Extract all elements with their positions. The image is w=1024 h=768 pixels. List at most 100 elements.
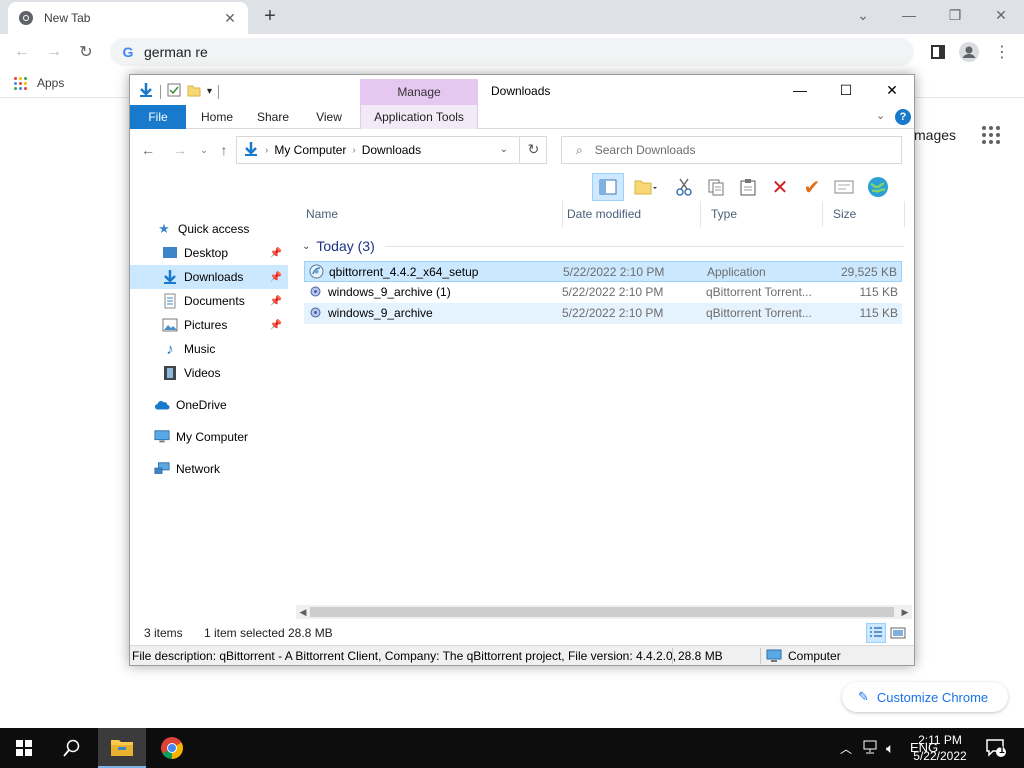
- refresh-button[interactable]: ↻: [519, 136, 547, 164]
- windows-start-icon[interactable]: [0, 728, 48, 768]
- up-button[interactable]: ↑: [214, 140, 234, 160]
- column-header-size[interactable]: Size: [823, 201, 905, 227]
- status-bar: 3 items 1 item selected 28.8 MB: [130, 621, 914, 645]
- profile-avatar-icon[interactable]: [957, 40, 981, 64]
- chrome-taskbar-icon[interactable]: [148, 728, 196, 768]
- tab-view[interactable]: View: [306, 105, 352, 129]
- address-bar[interactable]: › My Computer › Downloads ⌄: [236, 136, 547, 164]
- help-icon[interactable]: ?: [895, 109, 911, 125]
- file-explorer-taskbar-icon[interactable]: [98, 728, 146, 768]
- network-tray-icon[interactable]: [862, 740, 878, 757]
- manage-contextual-tab[interactable]: Manage: [360, 79, 478, 105]
- chrome-menu-icon[interactable]: ⋮: [990, 40, 1014, 64]
- volume-icon[interactable]: 🔈︎: [886, 740, 894, 757]
- google-apps-icon[interactable]: [982, 126, 1000, 144]
- nav-documents[interactable]: Documents 📌: [130, 289, 288, 313]
- preview-pane-icon[interactable]: [592, 173, 624, 201]
- scrollbar-thumb[interactable]: [310, 607, 894, 617]
- back-arrow-icon[interactable]: ←: [10, 40, 34, 64]
- new-folder-menu-icon[interactable]: [624, 173, 668, 201]
- properties-toolbar-icon[interactable]: [828, 173, 860, 201]
- nav-label: OneDrive: [176, 398, 227, 412]
- scroll-left-icon[interactable]: ◀: [296, 605, 310, 619]
- nav-videos[interactable]: Videos: [130, 361, 288, 385]
- customize-qat-icon[interactable]: ▾: [207, 86, 212, 97]
- nav-music[interactable]: ♪ Music: [130, 337, 288, 361]
- tab-file[interactable]: File: [130, 105, 186, 129]
- forward-button[interactable]: →: [170, 140, 190, 160]
- tab-share[interactable]: Share: [248, 105, 298, 129]
- restore-button[interactable]: ❐: [932, 0, 978, 30]
- group-header-today[interactable]: ⌄ Today (3): [296, 235, 904, 257]
- minimize-button[interactable]: —: [886, 0, 932, 30]
- internet-globe-icon[interactable]: [860, 173, 896, 201]
- nav-downloads[interactable]: Downloads 📌: [130, 265, 288, 289]
- breadcrumb-downloads[interactable]: Downloads: [362, 143, 421, 157]
- breadcrumb-my-computer[interactable]: My Computer: [274, 143, 346, 157]
- breadcrumb-chevron-icon[interactable]: ›: [265, 145, 268, 156]
- properties-icon[interactable]: [167, 83, 181, 100]
- column-header-date-modified[interactable]: Date modified: [557, 201, 701, 227]
- details-size: 28.8 MB: [678, 649, 723, 663]
- omnibox[interactable]: G german re: [110, 38, 914, 66]
- horizontal-scrollbar[interactable]: ◀ ▶: [296, 605, 912, 619]
- details-view-icon[interactable]: [866, 623, 886, 643]
- system-clock[interactable]: 2:11 PM 5/22/2022: [908, 732, 972, 764]
- nav-desktop[interactable]: Desktop 📌: [130, 241, 288, 265]
- computer-icon: [154, 429, 170, 445]
- column-header-type[interactable]: Type: [701, 201, 823, 227]
- scroll-right-icon[interactable]: ▶: [898, 605, 912, 619]
- downloads-location-icon: [243, 141, 259, 160]
- google-icon: G: [122, 44, 134, 60]
- bookmarks-apps-button[interactable]: Apps: [14, 76, 64, 90]
- omnibox-input[interactable]: german re: [144, 44, 208, 60]
- expand-ribbon-icon[interactable]: ⌄: [876, 109, 885, 122]
- collapse-group-icon[interactable]: ⌄: [302, 241, 310, 252]
- nav-network[interactable]: Network: [130, 457, 288, 481]
- film-icon: [162, 365, 178, 381]
- search-input[interactable]: Search Downloads: [595, 143, 696, 157]
- cut-icon[interactable]: [668, 173, 700, 201]
- paste-icon[interactable]: [732, 173, 764, 201]
- recent-locations-icon[interactable]: ⌄: [194, 140, 214, 160]
- breadcrumb-chevron-icon[interactable]: ›: [352, 145, 355, 156]
- back-button[interactable]: ←: [138, 140, 158, 160]
- search-taskbar-icon[interactable]: [48, 728, 96, 768]
- column-header-name[interactable]: Name: [296, 201, 563, 227]
- tab-search-icon[interactable]: ⌄: [840, 0, 886, 30]
- address-dropdown-icon[interactable]: ⌄: [500, 144, 508, 155]
- close-button[interactable]: ✕: [978, 0, 1024, 30]
- new-folder-icon[interactable]: [187, 83, 201, 100]
- rename-checkmark-icon[interactable]: ✔: [796, 173, 828, 201]
- search-icon: ⌕: [576, 142, 583, 157]
- search-box[interactable]: ⌕ Search Downloads: [561, 136, 902, 164]
- customize-chrome-button[interactable]: ✎ Customize Chrome: [842, 682, 1008, 712]
- table-row[interactable]: windows_9_archive (1) 5/22/2022 2:10 PM …: [304, 282, 902, 303]
- nav-onedrive[interactable]: OneDrive: [130, 393, 288, 417]
- new-tab-button[interactable]: +: [258, 4, 282, 28]
- tab-application-tools[interactable]: Application Tools: [360, 105, 478, 129]
- show-hidden-icons-icon[interactable]: ︿: [840, 740, 852, 757]
- table-row[interactable]: windows_9_archive 5/22/2022 2:10 PM qBit…: [304, 303, 902, 324]
- copy-icon[interactable]: [700, 173, 732, 201]
- table-row[interactable]: qbittorrent_4.4.2_x64_setup 5/22/2022 2:…: [304, 261, 902, 282]
- reload-icon[interactable]: ↻: [74, 40, 98, 64]
- close-tab-icon[interactable]: ✕: [222, 10, 238, 27]
- chrome-tab-new-tab[interactable]: New Tab ✕: [8, 2, 248, 34]
- tab-home[interactable]: Home: [192, 105, 242, 129]
- large-icons-view-icon[interactable]: [888, 623, 908, 643]
- side-panel-icon[interactable]: [926, 40, 950, 64]
- nav-my-computer[interactable]: My Computer: [130, 425, 288, 449]
- nav-label: Videos: [184, 366, 221, 380]
- nav-pictures[interactable]: Pictures 📌: [130, 313, 288, 337]
- delete-icon[interactable]: ✕: [764, 173, 796, 201]
- clock-date: 5/22/2022: [913, 749, 967, 763]
- explorer-maximize-button[interactable]: ☐: [823, 75, 869, 105]
- explorer-close-button[interactable]: ✕: [869, 75, 915, 105]
- downloads-icon: [162, 269, 178, 285]
- action-center-icon[interactable]: 1: [972, 728, 1020, 768]
- nav-quick-access[interactable]: ★ Quick access: [130, 217, 288, 241]
- ntp-images-link[interactable]: mages: [914, 127, 956, 143]
- forward-arrow-icon[interactable]: →: [42, 40, 66, 64]
- explorer-minimize-button[interactable]: —: [777, 75, 823, 105]
